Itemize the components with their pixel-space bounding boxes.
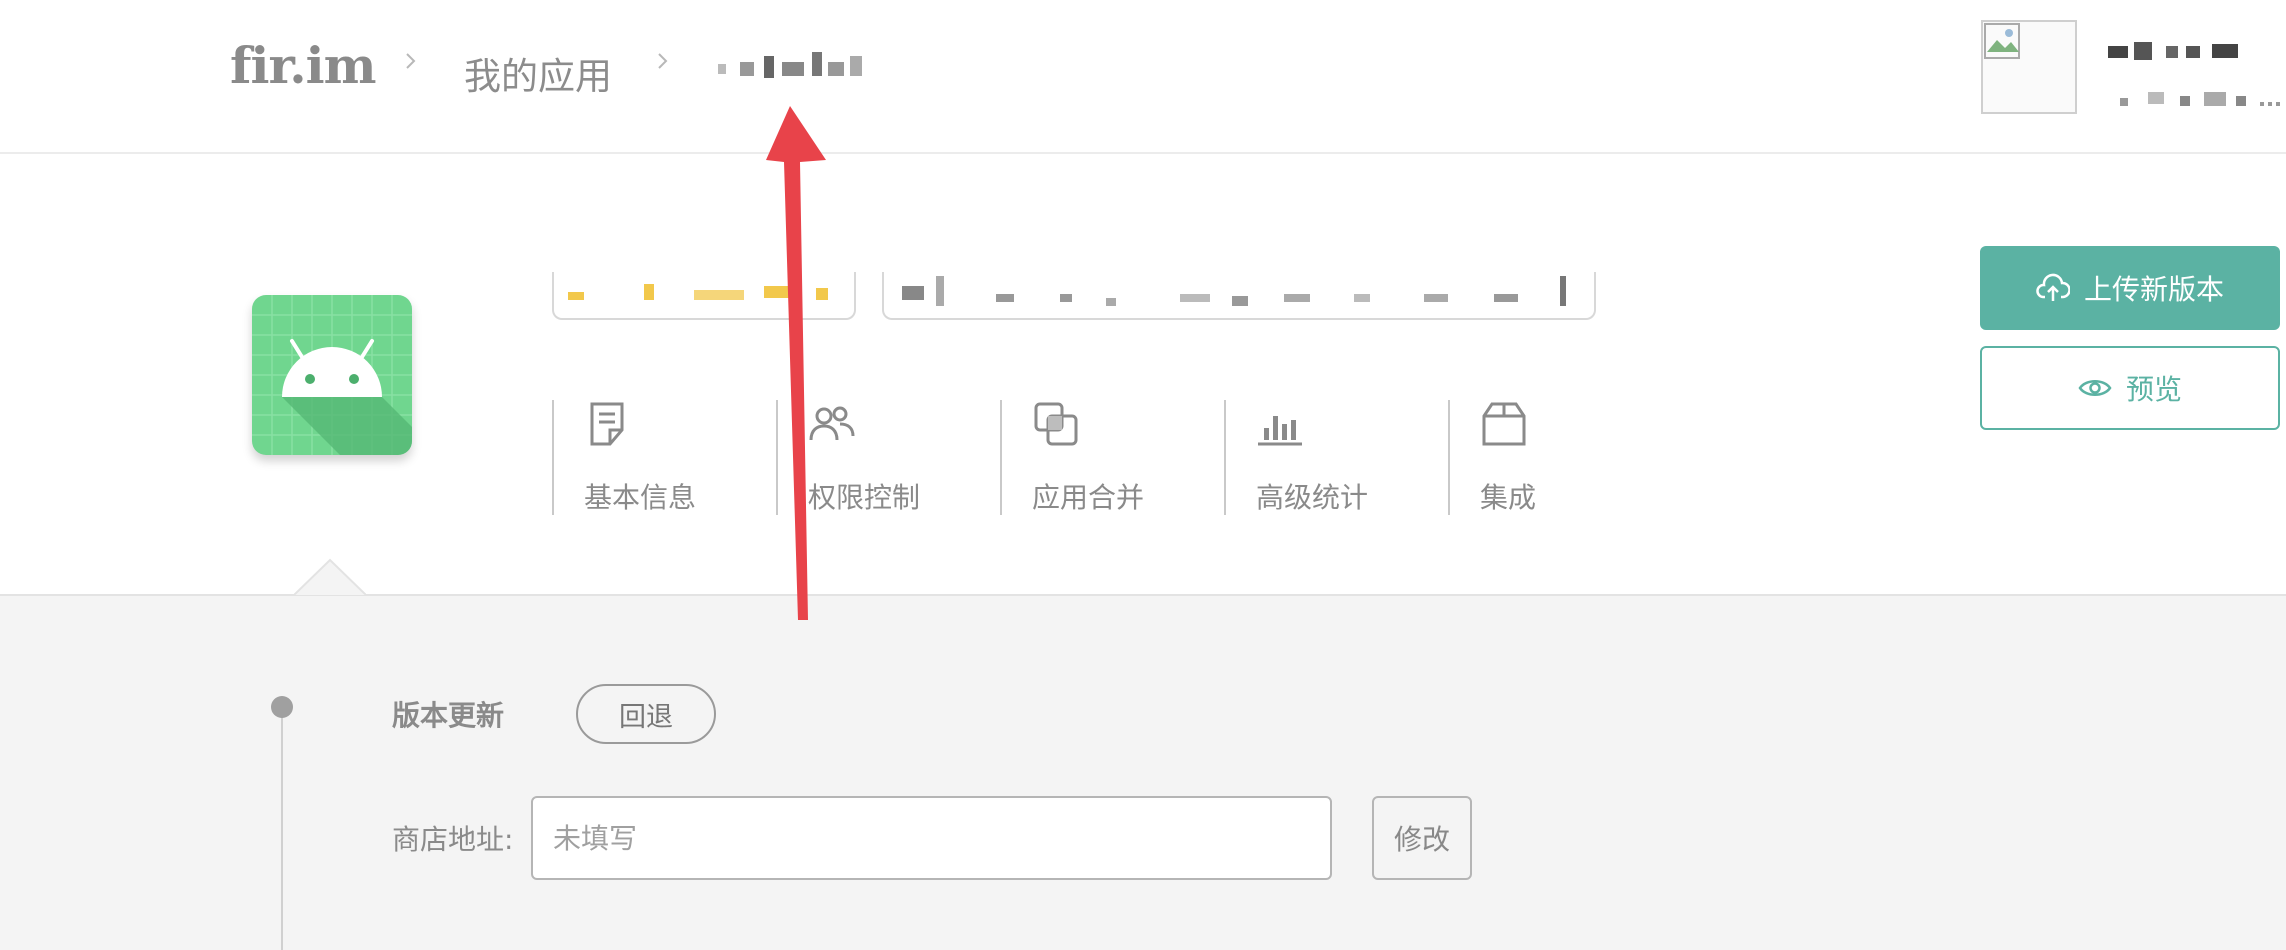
app-meta-redacted <box>882 272 1596 320</box>
timeline-dot <box>271 696 293 718</box>
tab-pointer <box>294 558 366 596</box>
nav-basic-info-label: 基本信息 <box>584 481 697 514</box>
upload-new-version-label: 上传新版本 <box>2083 273 2224 306</box>
timeline-line <box>281 708 283 950</box>
chevron-right-icon <box>402 52 420 70</box>
upload-new-version-button[interactable]: 上传新版本 <box>1980 246 2280 330</box>
store-url-label: 商店地址: <box>392 823 514 856</box>
eye-icon <box>2078 380 2112 396</box>
version-update-title: 版本更新 <box>392 699 505 732</box>
bar-chart-icon <box>1258 416 1302 446</box>
user-name-redacted[interactable] <box>2100 40 2280 120</box>
preview-button[interactable]: 预览 <box>1980 346 2280 430</box>
nav-advanced-stats-label: 高级统计 <box>1256 481 1369 514</box>
download-url-redacted[interactable] <box>552 272 856 320</box>
nav-permission-control-label: 权限控制 <box>808 481 921 514</box>
users-icon <box>809 406 855 441</box>
nav-basic-info[interactable]: 基本信息 <box>552 400 754 515</box>
nav-app-merge-label: 应用合并 <box>1032 481 1145 514</box>
nav-integration[interactable]: 集成 <box>1448 400 1650 515</box>
user-avatar[interactable] <box>1981 20 2077 114</box>
broken-image-icon <box>1984 23 2020 59</box>
top-bar: fir.im 我的应用 <box>0 0 2286 154</box>
cloud-upload-icon <box>2036 273 2070 301</box>
document-icon <box>590 402 624 446</box>
nav-permission-control[interactable]: 权限控制 <box>776 400 978 515</box>
preview-label: 预览 <box>2125 373 2182 406</box>
breadcrumb-app-name-redacted[interactable] <box>716 52 876 82</box>
fir-im-logo[interactable]: fir.im <box>230 36 377 95</box>
rollback-button[interactable]: 回退 <box>576 684 716 744</box>
edit-store-url-button[interactable]: 修改 <box>1372 796 1472 880</box>
nav-app-merge[interactable]: 应用合并 <box>1000 400 1202 515</box>
nav-integration-label: 集成 <box>1480 481 1537 514</box>
merge-icon <box>1034 402 1078 446</box>
android-icon <box>252 295 412 455</box>
breadcrumb-my-apps[interactable]: 我的应用 <box>464 46 612 100</box>
nav-advanced-stats[interactable]: 高级统计 <box>1224 400 1426 515</box>
box-icon <box>1482 402 1526 446</box>
android-app-icon <box>252 295 412 455</box>
store-url-input[interactable] <box>531 796 1332 880</box>
chevron-right-icon <box>654 52 672 70</box>
